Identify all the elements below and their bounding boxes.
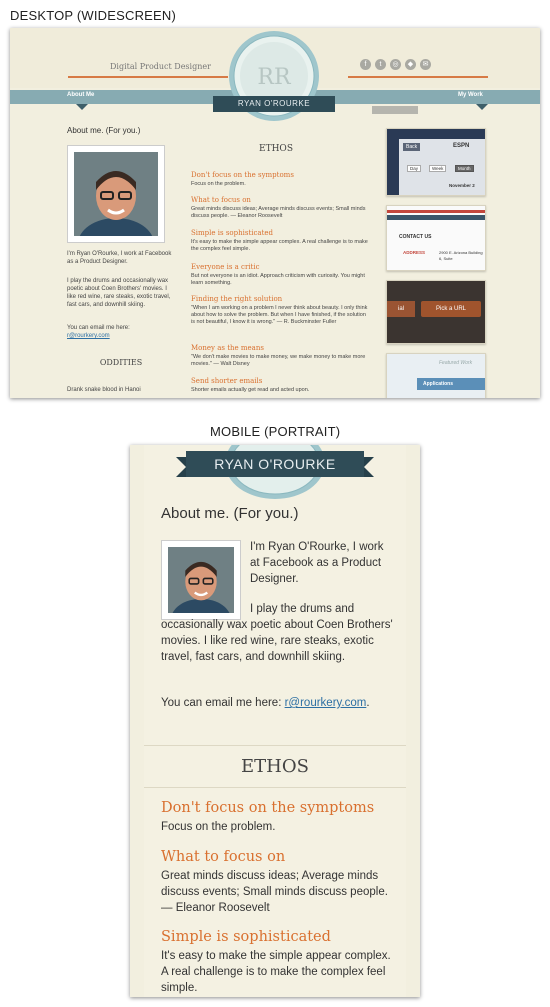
nav-about-me[interactable]: About Me <box>67 92 94 98</box>
mobile-bio-paragraph-2: I play the drums and occasionally wax po… <box>161 603 393 663</box>
nav-pointer-left <box>76 104 88 110</box>
mobile-screenshot: RYAN O'ROURKE About me. (For you.) I'm R… <box>130 445 420 997</box>
facebook-icon[interactable]: f <box>360 59 371 70</box>
contact-label: ADDRESS <box>403 250 426 255</box>
contact-title: CONTACT US <box>399 234 432 240</box>
ethos-heading-item: Send shorter emails <box>191 377 263 385</box>
section-divider <box>144 745 406 746</box>
profile-photo <box>67 145 165 243</box>
portrait-image <box>74 152 158 236</box>
bio-paragraph-2: I play the drums and occasionally wax po… <box>67 278 171 308</box>
ribbon-tail-right <box>364 457 374 477</box>
desktop-screenshot: Digital Product Designer f t ◎ ◆ ✉ About… <box>10 28 540 398</box>
espn-title: ESPN <box>453 143 470 149</box>
about-heading: About me. (For you.) <box>67 126 141 135</box>
mobile-email-prompt: You can email me here: <box>161 697 285 709</box>
email-link[interactable]: r@rourkery.com <box>67 333 110 339</box>
tagline: Digital Product Designer <box>110 62 211 71</box>
mobile-ethos-heading: ETHOS <box>241 756 309 777</box>
mobile-email-line: You can email me here: r@rourkery.com. <box>161 695 394 711</box>
thumb-button-pick-url[interactable]: Pick a URL <box>421 301 481 317</box>
work-thumb-espn[interactable]: Back ESPN Day Week Month November 2 <box>386 128 486 196</box>
ethos-heading-item: What to focus on <box>191 196 251 204</box>
work-label <box>372 106 418 114</box>
ethos-heading-item: Simple is sophisticated <box>191 229 274 237</box>
mobile-name-ribbon[interactable]: RYAN O'ROURKE <box>186 451 364 477</box>
espn-tab-week[interactable]: Week <box>429 165 447 172</box>
ethos-body-item: Great minds discuss ideas; Average minds… <box>191 206 366 219</box>
espn-tab-month[interactable]: Month <box>455 165 474 172</box>
espn-tab-day[interactable]: Day <box>407 165 422 172</box>
work-thumb-featured[interactable]: Featured Work Applications <box>386 353 486 398</box>
ethos-body-item: "When I am working on a problem I never … <box>191 305 368 325</box>
bio-paragraph-3: You can email me here: r@rourkery.com <box>67 324 175 340</box>
thumb-button-left[interactable]: ial <box>387 301 415 317</box>
espn-back-button[interactable]: Back <box>403 143 421 151</box>
ethos-body-item: "We don't make movies to make money, we … <box>191 354 366 367</box>
section-divider <box>144 787 406 788</box>
mobile-ethos-heading-item: Simple is sophisticated <box>161 929 331 945</box>
tagline-rule <box>68 76 228 78</box>
featured-header: Featured Work <box>439 360 473 366</box>
contact-address: 2900 E. Arizona Building 6, Suite <box>439 250 483 261</box>
mobile-caption: MOBILE (PORTRAIT) <box>210 424 341 439</box>
ethos-body-item: Focus on the problem. <box>191 181 246 187</box>
dribbble-icon[interactable]: ◎ <box>390 59 401 70</box>
espn-date: November 2 <box>449 183 475 188</box>
featured-item-applications[interactable]: Applications <box>417 378 485 390</box>
ethos-heading: ETHOS <box>259 144 293 154</box>
mobile-ethos-heading-item: Don't focus on the symptoms <box>161 800 375 816</box>
mobile-about-heading: About me. (For you.) <box>161 505 299 522</box>
twitter-icon[interactable]: t <box>375 59 386 70</box>
social-rule <box>348 76 488 78</box>
oddity-item: Drank snake blood in Hanoi <box>67 387 141 393</box>
email-prompt: You can email me here: <box>67 325 130 331</box>
ethos-heading-item: Don't focus on the symptoms <box>191 171 294 179</box>
ethos-body-item: It's easy to make the simple appear comp… <box>191 239 368 252</box>
mobile-bio-paragraph-1: I'm Ryan O'Rourke, I work at Facebook as… <box>250 541 384 585</box>
mail-icon[interactable]: ✉ <box>420 59 431 70</box>
ethos-body-item: But not everyone is an idiot. Approach c… <box>191 273 365 286</box>
github-icon[interactable]: ◆ <box>405 59 416 70</box>
mobile-ethos-body-item: Great minds discuss ideas; Average minds… <box>161 870 388 914</box>
bio-paragraph-1: I'm Ryan O'Rourke, I work at Facebook as… <box>67 251 172 265</box>
name-ribbon[interactable]: RYAN O'ROURKE <box>213 96 335 112</box>
ethos-body-item: Shorter emails actually get read and act… <box>191 387 310 393</box>
ethos-heading-item: Everyone is a critic <box>191 263 260 271</box>
mobile-ethos-body-item: Focus on the problem. <box>161 821 276 833</box>
mobile-ethos-heading-item: What to focus on <box>161 849 286 865</box>
work-thumb-buttons[interactable]: ial Pick a URL <box>386 280 486 344</box>
monogram: RR <box>257 65 292 90</box>
ribbon-tail-left <box>176 457 186 477</box>
mobile-ethos-body-item: It's easy to make the simple appear comp… <box>161 950 391 994</box>
nav-my-work[interactable]: My Work <box>458 92 483 98</box>
ethos-heading-item: Finding the right solution <box>191 295 283 303</box>
ethos-heading-item: Money as the means <box>191 344 264 352</box>
mobile-email-period: . <box>366 697 370 709</box>
mobile-email-link[interactable]: r@rourkery.com <box>285 697 367 709</box>
work-thumb-contact[interactable]: CONTACT US ADDRESS 2900 E. Arizona Build… <box>386 205 486 271</box>
nav-pointer-right <box>476 104 488 110</box>
desktop-caption: DESKTOP (WIDESCREEN) <box>10 8 177 23</box>
oddities-heading: ODDITIES <box>99 358 143 367</box>
